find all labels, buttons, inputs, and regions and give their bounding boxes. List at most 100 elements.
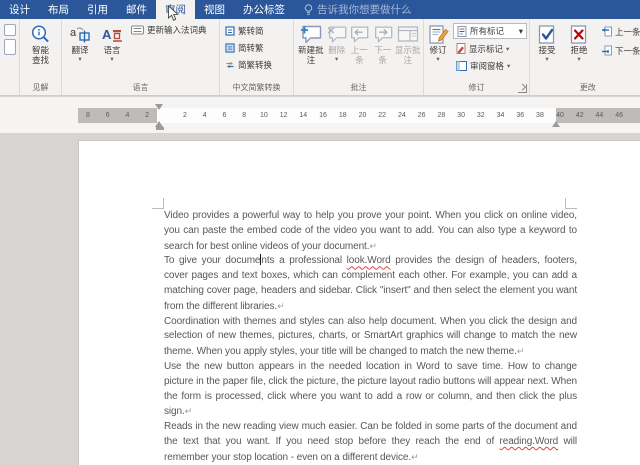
ruler-number: 26 (418, 112, 426, 120)
ribbon-group-language: a 翻译 ▾ A 语言 ▾ 更 (62, 19, 220, 95)
tab-label: 设计 (9, 2, 30, 17)
ruler-number: 42 (576, 112, 584, 120)
new-comment-button[interactable]: 新建批注 (296, 21, 326, 81)
paragraph[interactable]: Use the new button appears in the needed… (164, 360, 577, 420)
ribbon-tab-bar: 设计 布局 引用 邮件 审阅 视图 办公标签 告诉我你想要做什么 (0, 0, 640, 19)
reject-button[interactable]: 拒绝 ▾ (564, 21, 594, 81)
reviewing-pane-label: 审阅窗格 (470, 60, 504, 72)
update-ime-dictionary-button[interactable]: 更新输入法词典 (128, 22, 210, 37)
ribbon-group-chinese-conversion: 繁转简 简转繁 简繁转换 中文简繁转换 (220, 19, 294, 95)
ruler-number: 4 (125, 112, 129, 120)
previous-change-icon (599, 26, 612, 37)
left-indent-marker[interactable] (156, 127, 164, 130)
ruler-number: 20 (359, 112, 367, 120)
trad-to-simp-label: 繁转简 (238, 25, 264, 37)
ribbon-group-changes: 接受 ▾ 拒绝 ▾ 上一条 (530, 19, 640, 95)
tab-mailings[interactable]: 邮件 (117, 0, 156, 19)
ruler-number: 44 (596, 112, 604, 120)
next-change-icon (599, 45, 612, 56)
previous-change-button[interactable]: 上一条 (596, 24, 640, 39)
ruler-number: 6 (106, 112, 110, 120)
ruler-number: 8 (242, 112, 246, 120)
show-markup-icon (456, 43, 466, 54)
ruler-number: 38 (536, 112, 544, 120)
chevron-down-icon: ▾ (507, 62, 510, 70)
ruler-number: 24 (398, 112, 406, 120)
ruler-number: 14 (299, 112, 307, 120)
chevron-down-icon: ▾ (545, 57, 548, 63)
tab-label: 办公标签 (243, 2, 285, 17)
next-change-button[interactable]: 下一条 (596, 43, 640, 58)
show-markup-button[interactable]: 显示标记 ▾ (453, 41, 527, 56)
group-label-chinese-conversion: 中文简繁转换 (220, 82, 293, 95)
tab-layout[interactable]: 布局 (39, 0, 78, 19)
partial-icon (4, 39, 16, 55)
text-block[interactable]: Video provides a powerful way to help yo… (164, 209, 577, 465)
delete-comment-button[interactable]: 删除 ▾ (326, 21, 348, 81)
new-comment-label: 新建批注 (296, 46, 326, 65)
text-run: nts a professional (261, 255, 346, 266)
paragraph[interactable]: Reads in the new reading view much easie… (164, 420, 577, 465)
ruler-number: 22 (378, 112, 386, 120)
horizontal-ruler[interactable]: 8642246810121416182022242628303234363840… (78, 108, 640, 123)
paragraph-mark: ↵ (185, 406, 193, 416)
tab-view[interactable]: 视图 (195, 0, 234, 19)
paragraph-mark: ↵ (369, 241, 377, 251)
paragraph-mark: ↵ (277, 301, 285, 311)
ruler-number: 32 (477, 112, 485, 120)
tab-label: 视图 (204, 2, 225, 17)
text-run: Use the new button appears in the needed… (164, 361, 577, 417)
text-run: Coordination with themes and styles can … (164, 316, 577, 358)
right-indent-marker[interactable] (552, 121, 560, 127)
language-icon: A (101, 23, 123, 46)
language-label: 语言 (103, 46, 120, 56)
ruler-number: 8 (86, 112, 90, 120)
reviewing-pane-button[interactable]: 审阅窗格 ▾ (453, 58, 527, 73)
trad-to-simp-button[interactable]: 繁转简 (222, 23, 267, 38)
tab-design[interactable]: 设计 (0, 0, 39, 19)
paragraph[interactable]: Coordination with themes and styles can … (164, 315, 577, 360)
paragraph[interactable]: To give your documents a professional lo… (164, 254, 577, 314)
all-markup-icon (457, 26, 467, 37)
ruler-number: 36 (516, 112, 524, 120)
display-for-review-dropdown[interactable]: 所有标记 ▾ (453, 23, 527, 39)
simp-to-trad-label: 简转繁 (238, 42, 264, 54)
next-comment-button[interactable]: 下一条 (371, 21, 394, 81)
misspelled-word: reading.Word (500, 436, 559, 447)
tab-references[interactable]: 引用 (78, 0, 117, 19)
reviewing-pane-icon (456, 61, 467, 71)
tab-office-tab[interactable]: 办公标签 (234, 0, 294, 19)
track-changes-button[interactable]: 修订 ▾ (426, 21, 450, 81)
paragraph[interactable]: Video provides a powerful way to help yo… (164, 209, 577, 254)
show-comments-icon (397, 23, 419, 46)
smart-lookup-button[interactable]: 智能 查找 (22, 21, 59, 81)
document-page[interactable]: Video provides a powerful way to help yo… (78, 140, 640, 465)
simp-trad-convert-button[interactable]: 简繁转换 (222, 57, 275, 72)
document-area: Video provides a powerful way to help yo… (0, 133, 640, 465)
chevron-down-icon: ▾ (436, 57, 439, 63)
track-changes-icon (427, 23, 449, 46)
ruler-number: 2 (145, 112, 149, 120)
accept-button[interactable]: 接受 ▾ (532, 21, 562, 81)
translate-button[interactable]: a 翻译 ▾ (64, 21, 96, 81)
tab-label: 引用 (87, 2, 108, 17)
svg-text:A: A (102, 27, 112, 42)
previous-comment-button[interactable]: 上一条 (348, 21, 371, 81)
tell-me-label: 告诉我你想要做什么 (317, 2, 412, 17)
simp-to-trad-icon (225, 43, 235, 53)
group-label-language: 语言 (62, 82, 219, 95)
tracking-dialog-launcher[interactable] (518, 84, 527, 93)
reject-label: 拒绝 (570, 46, 587, 56)
tell-me-search[interactable]: 告诉我你想要做什么 (294, 0, 422, 19)
simp-to-trad-button[interactable]: 简转繁 (222, 40, 267, 55)
tab-label: 布局 (48, 2, 69, 17)
first-line-indent-marker[interactable] (155, 104, 163, 110)
track-changes-label: 修订 (429, 46, 446, 56)
language-button[interactable]: A 语言 ▾ (96, 21, 128, 81)
ruler-number: 30 (457, 112, 465, 120)
show-comments-button[interactable]: 显示批注 (394, 21, 421, 81)
new-comment-icon (299, 23, 323, 46)
ruler-number: 12 (280, 112, 288, 120)
ribbon-group-comments: 新建批注 删除 ▾ 上一条 (294, 19, 424, 95)
ruler-number: 6 (222, 112, 226, 120)
